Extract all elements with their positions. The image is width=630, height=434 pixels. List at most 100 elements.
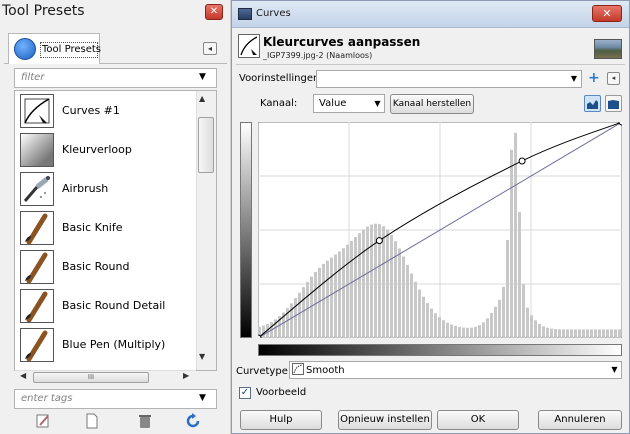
help-button[interactable]: Hulp — [240, 410, 322, 430]
histogram-bar — [566, 329, 569, 338]
histogram-bar — [262, 325, 265, 338]
input-gradient-bar — [258, 344, 622, 356]
delete-preset-icon[interactable] — [137, 413, 153, 429]
list-item[interactable]: Basic Round Detail — [15, 287, 198, 326]
new-preset-icon[interactable] — [84, 413, 100, 429]
histogram-bar — [534, 320, 537, 338]
gradient-icon — [20, 133, 54, 167]
close-button[interactable]: ✕ — [592, 5, 622, 22]
histogram-bar — [602, 329, 605, 338]
histogram-bar — [610, 329, 613, 338]
app-icon — [238, 8, 252, 20]
reset-channel-button[interactable]: Kanaal herstellen — [390, 94, 474, 114]
dock-title: Tool Presets — [2, 3, 85, 19]
scroll-left-icon[interactable]: ◀ — [20, 371, 26, 380]
window-titlebar[interactable] — [232, 1, 629, 28]
histogram-bar — [414, 281, 417, 338]
histogram-bar — [294, 298, 297, 338]
histogram-bar — [522, 284, 525, 338]
chevron-down-icon[interactable]: ▼ — [371, 95, 384, 112]
cancel-button[interactable]: Annuleren — [538, 410, 622, 430]
tab-label: Tool Presets — [40, 42, 101, 58]
scroll-right-icon[interactable]: ▶ — [183, 371, 189, 380]
curves-icon — [238, 34, 260, 58]
scrollbar-thumb[interactable]: III — [33, 372, 149, 383]
scroll-up-icon[interactable]: ▲ — [199, 94, 205, 103]
list-item[interactable]: Airbrush — [15, 170, 198, 209]
reset-button[interactable]: Opnieuw instellen — [338, 410, 432, 430]
histogram-bar — [450, 324, 453, 338]
dock-close-button[interactable]: ✕ — [205, 4, 223, 20]
chevron-down-icon[interactable]: ▼ — [567, 71, 581, 87]
preview-checkbox[interactable]: ✓ — [239, 387, 251, 399]
brush-icon — [20, 211, 54, 245]
preset-label: Curves #1 — [62, 104, 120, 117]
add-preset-icon[interactable]: + — [588, 70, 600, 86]
histogram-bar — [354, 237, 357, 338]
image-thumbnail — [594, 39, 622, 59]
histogram-bar — [510, 149, 513, 338]
chevron-down-icon[interactable]: ▼ — [199, 72, 206, 82]
histogram-bar — [506, 239, 509, 338]
ok-button[interactable]: OK — [437, 410, 519, 430]
presets-menu-button[interactable]: ◂ — [607, 72, 620, 85]
log-histogram-icon[interactable] — [605, 95, 622, 112]
chevron-down-icon[interactable]: ▼ — [608, 362, 621, 378]
presets-dropdown[interactable] — [316, 70, 582, 88]
histogram-bar — [598, 329, 601, 338]
histogram-bar — [342, 248, 345, 338]
histogram-bar — [318, 267, 321, 338]
histogram-bar — [322, 264, 325, 338]
histogram-bar — [498, 299, 501, 338]
histogram-bar — [458, 326, 461, 338]
histogram-bar — [362, 229, 365, 338]
chevron-down-icon[interactable]: ▼ — [199, 393, 206, 403]
refresh-presets-icon[interactable] — [185, 413, 201, 429]
divider — [236, 64, 625, 65]
brush-icon — [20, 250, 54, 284]
histogram-bar — [542, 326, 545, 338]
brush-icon — [20, 289, 54, 323]
histogram-bar — [558, 329, 561, 338]
linear-histogram-icon[interactable] — [584, 95, 601, 112]
list-item[interactable]: Kleurverloop — [15, 131, 198, 170]
histogram-bar — [454, 325, 457, 338]
histogram-bar — [406, 265, 409, 338]
filter-input[interactable]: filter — [14, 68, 217, 88]
histogram-bar — [570, 329, 573, 338]
histogram-bar — [366, 226, 369, 338]
histogram-bar — [486, 318, 489, 338]
histogram-bar — [434, 313, 437, 338]
histogram-bar — [302, 287, 305, 338]
histogram-bar — [334, 254, 337, 338]
histogram-bar — [582, 329, 585, 338]
histogram-bar — [430, 308, 433, 338]
curve-graph[interactable] — [258, 122, 622, 338]
histogram-bar — [402, 256, 405, 338]
histogram-bar — [526, 307, 529, 338]
window-title: Curves — [256, 8, 291, 19]
curve-type-value: Smooth — [306, 365, 345, 376]
histogram-bar — [338, 251, 341, 338]
scroll-down-icon[interactable]: ▼ — [199, 352, 205, 361]
scrollbar-thumb[interactable] — [198, 117, 214, 173]
list-item[interactable]: Basic Round — [15, 248, 198, 287]
channel-label: Kanaal: — [260, 98, 298, 109]
curve-control-point[interactable] — [375, 237, 383, 245]
histogram-bar — [346, 244, 349, 338]
tab-menu-button[interactable]: ◂ — [203, 42, 217, 55]
histogram-bar — [390, 234, 393, 338]
brush-icon — [20, 328, 54, 362]
tags-input[interactable]: enter tags — [14, 389, 217, 409]
histogram-bar — [586, 329, 589, 338]
histogram-bar — [462, 327, 465, 338]
image-name: _IGP7399.jpg-2 (Naamloos) — [263, 51, 373, 60]
histogram-bar — [518, 211, 521, 338]
list-item[interactable]: Basic Knife — [15, 209, 198, 248]
list-item[interactable]: Blue Pen (Multiply) — [15, 326, 198, 365]
histogram-bar — [470, 327, 473, 338]
curve-control-point[interactable] — [518, 157, 526, 165]
edit-preset-icon[interactable] — [35, 413, 51, 429]
presets-label: Voorinstellingen: — [239, 73, 323, 84]
list-item[interactable]: Curves #1 — [15, 92, 198, 131]
